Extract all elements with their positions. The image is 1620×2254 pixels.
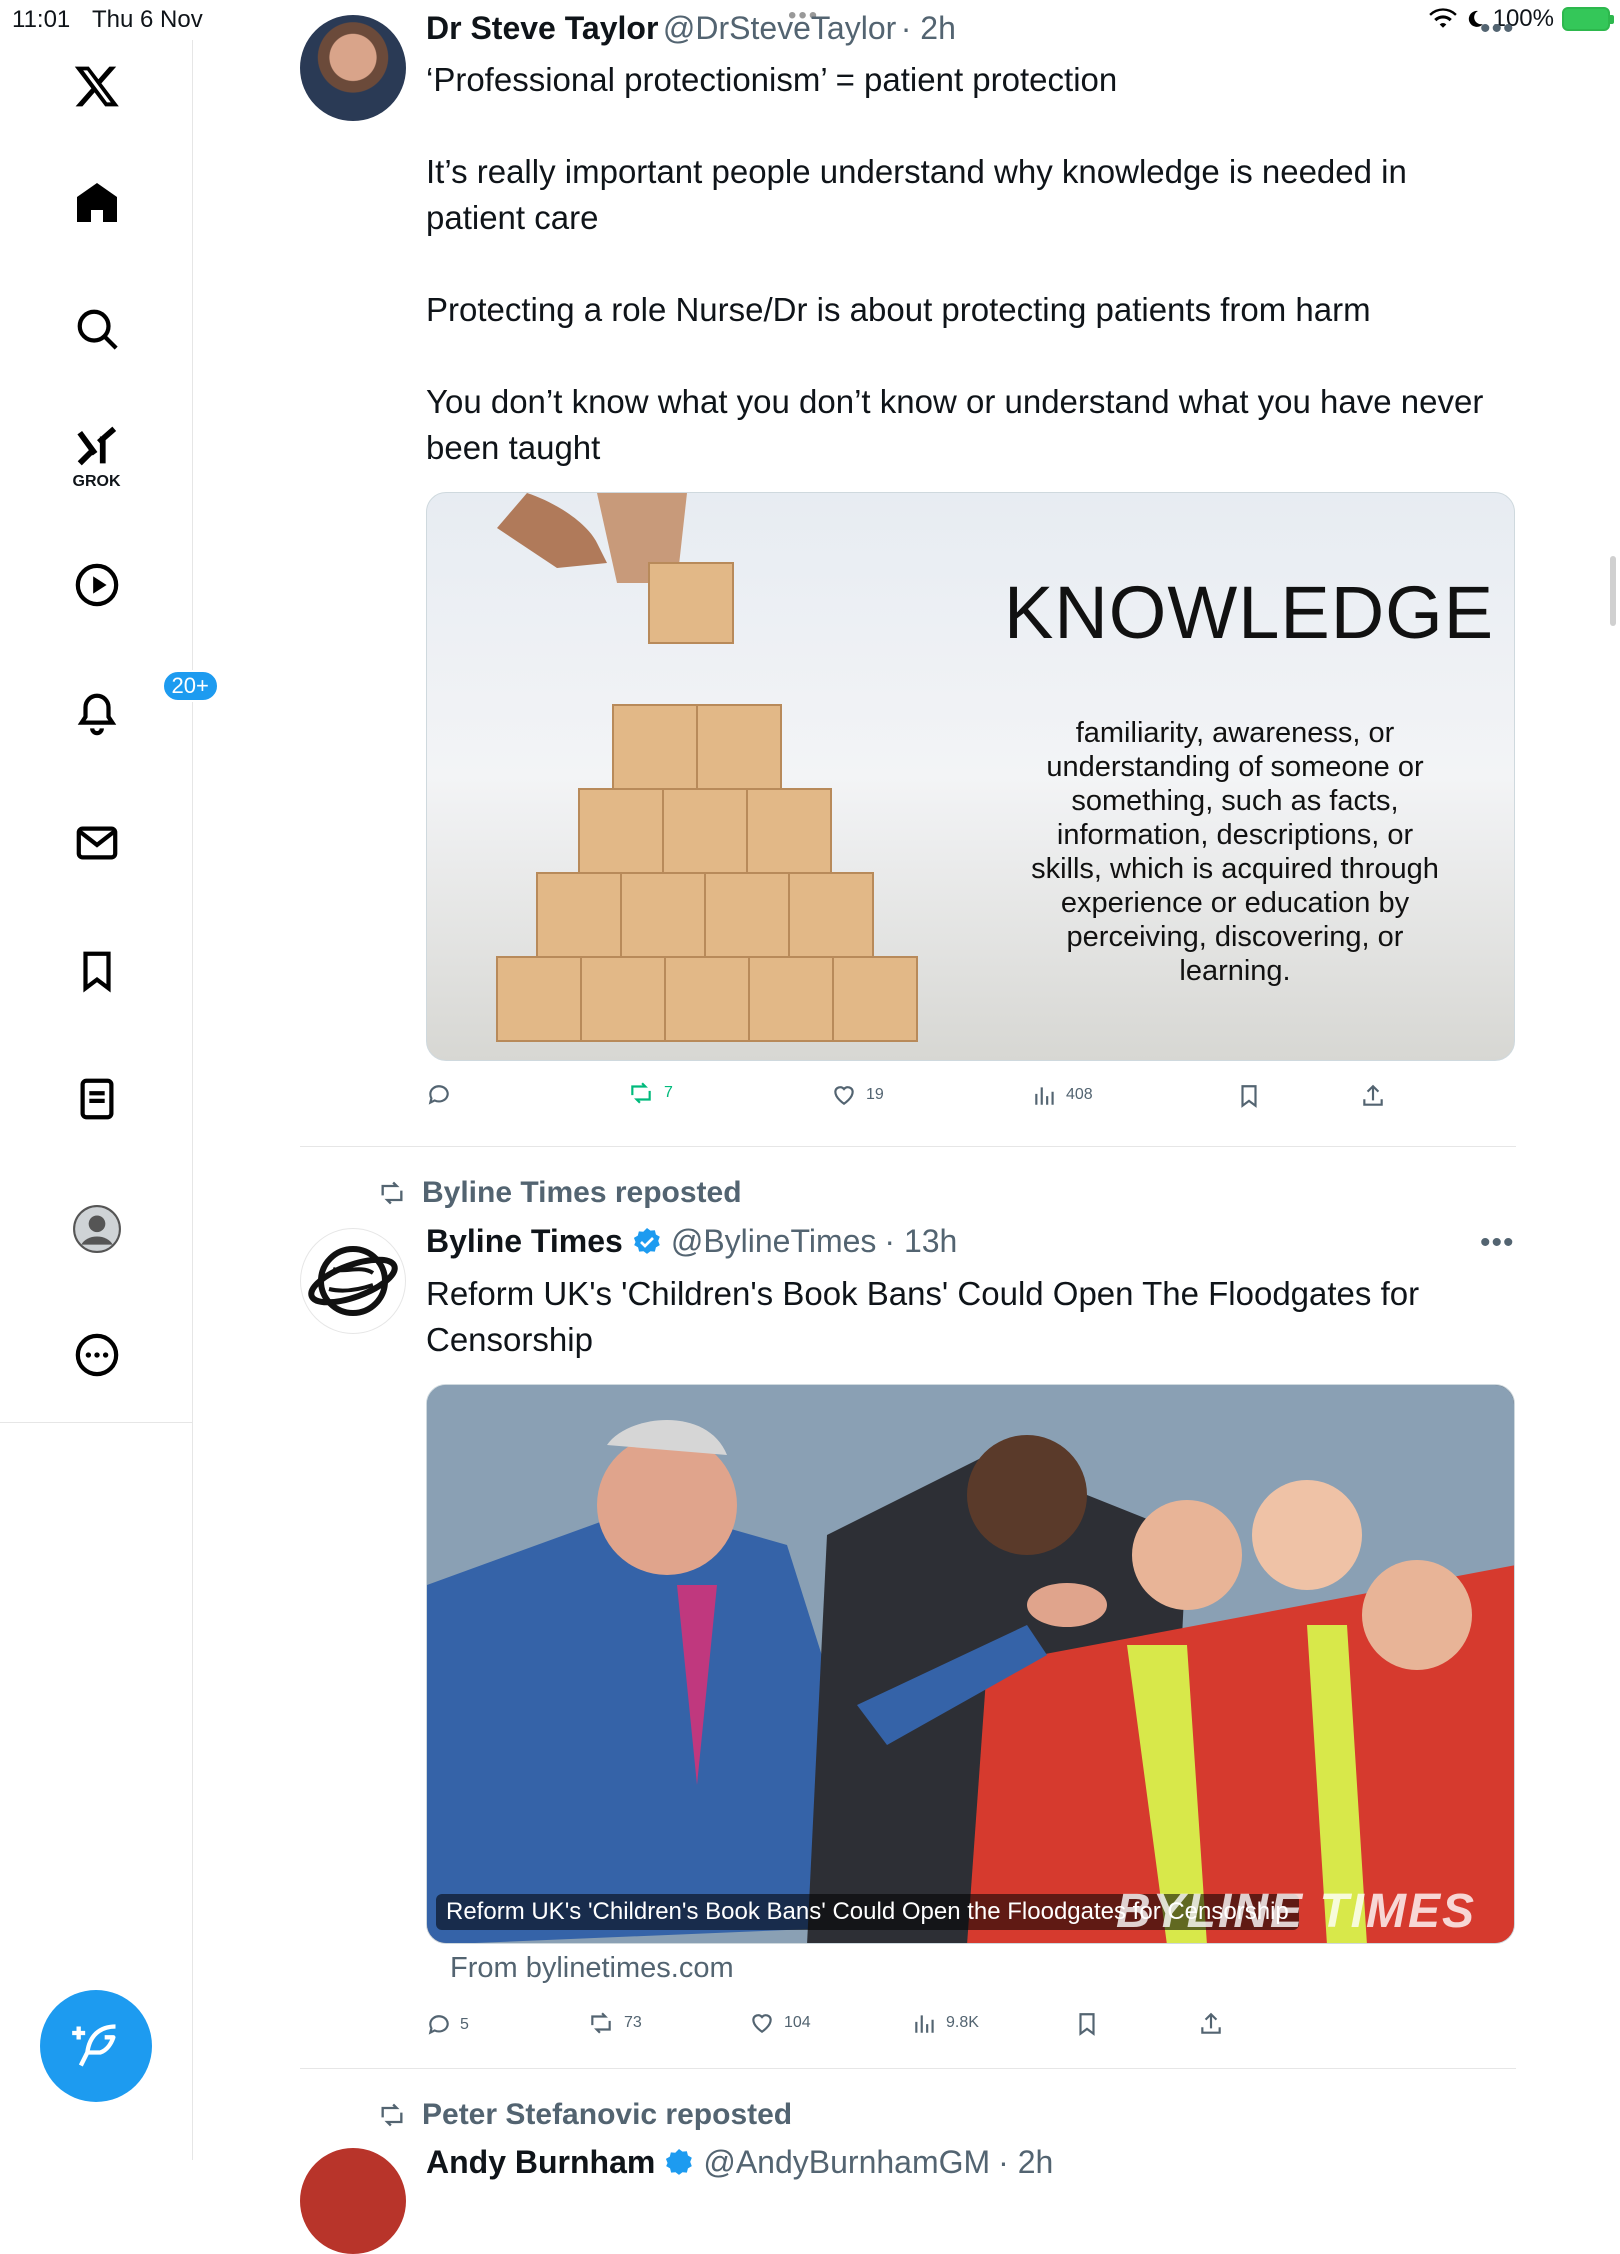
like-count: 19 — [866, 1086, 884, 1103]
author-handle[interactable]: @AndyBurnhamGM — [703, 2144, 990, 2181]
byline-globe-logo-icon — [308, 1246, 398, 1316]
like-count: 104 — [784, 2014, 811, 2031]
repost-count: 73 — [624, 2014, 642, 2031]
repost-icon — [381, 2103, 403, 2127]
repost-icon — [381, 1181, 403, 1205]
repost-indicator[interactable]: Peter Stefanovic reposted — [376, 2098, 792, 2132]
profile-avatar-icon[interactable] — [0, 1204, 193, 1254]
tweet-2-link-card-image[interactable] — [426, 1384, 1515, 1944]
reply-icon — [428, 2015, 449, 2035]
views-chart-icon — [1035, 1087, 1054, 1105]
feather-plus-icon — [72, 2024, 116, 2067]
tweet-divider — [300, 1146, 1516, 1147]
repost-indicator[interactable]: Byline Times reposted — [376, 1176, 742, 1210]
knowledge-title: KNOWLEDGE — [1004, 571, 1495, 654]
repost-label: Byline Times reposted — [422, 1176, 742, 1209]
author-name[interactable]: Byline Times — [426, 1223, 623, 1260]
reply-count: 5 — [460, 2016, 469, 2033]
post-time[interactable]: · 2h — [901, 10, 956, 46]
compose-post-button[interactable] — [40, 1990, 152, 2102]
battery-icon — [1562, 7, 1614, 31]
author-name[interactable]: Andy Burnham — [426, 2144, 655, 2181]
wifi-icon — [1428, 8, 1457, 28]
post-time[interactable]: · 13h — [884, 1223, 957, 1260]
grok-label: GROK — [72, 473, 121, 490]
share-upload-icon — [1363, 1084, 1383, 1106]
verified-badge-icon — [666, 2148, 693, 2175]
video-play-icon[interactable] — [0, 562, 193, 608]
author-handle[interactable]: @DrSteveTaylor — [663, 10, 896, 46]
views-button[interactable]: 9.8K — [912, 2010, 979, 2036]
reply-button[interactable] — [426, 1082, 460, 1108]
x-logo-icon[interactable] — [0, 62, 193, 110]
grok-icon[interactable]: GROK — [0, 425, 193, 491]
like-button[interactable]: 104 — [748, 2010, 811, 2036]
author-handle[interactable]: @BylineTimes — [671, 1223, 877, 1260]
scrollbar[interactable] — [1610, 556, 1616, 626]
views-button[interactable]: 408 — [1032, 1082, 1093, 1108]
share-button[interactable] — [1360, 1082, 1386, 1110]
views-count: 408 — [1066, 1086, 1093, 1103]
tweet-1-more-icon[interactable]: ••• — [1480, 12, 1515, 46]
wooden-blocks-pyramid-image — [496, 493, 918, 1042]
status-time: 11:01 — [12, 6, 71, 33]
heart-icon — [752, 2014, 772, 2033]
bookmarks-icon[interactable] — [0, 948, 193, 994]
heart-icon — [834, 1086, 854, 1105]
sidebar-border — [192, 1422, 193, 2160]
lists-icon[interactable] — [0, 1076, 193, 1122]
sidebar-divider — [0, 1422, 193, 1423]
home-icon[interactable] — [0, 178, 193, 226]
author-name[interactable]: Dr Steve Taylor — [426, 10, 658, 46]
search-icon[interactable] — [0, 306, 193, 352]
news-photo-image — [427, 1385, 1514, 1943]
status-date: Thu 6 Nov — [92, 6, 203, 33]
avatar-byline-times[interactable] — [300, 1228, 406, 1334]
tweet-1-header: Dr Steve Taylor @DrSteveTaylor · 2h — [426, 10, 956, 47]
tweet-2-text: Reform UK's 'Children's Book Bans' Could… — [426, 1275, 1429, 1358]
link-source[interactable]: From bylinetimes.com — [450, 1952, 734, 1985]
repost-button[interactable]: 73 — [586, 2010, 642, 2036]
avatar-andy-burnham[interactable] — [300, 2148, 406, 2254]
views-count: 9.8K — [946, 2014, 979, 2031]
knowledge-definition: familiarity, awareness, or understanding… — [1031, 717, 1439, 987]
bookmark-icon — [1241, 1085, 1257, 1108]
repost-label: Peter Stefanovic reposted — [422, 2098, 793, 2131]
post-time[interactable]: · 2h — [998, 2144, 1053, 2181]
repost-icon — [591, 2012, 611, 2034]
tweet-2-header: Byline Times @BylineTimes · 13h — [426, 1223, 957, 1260]
repost-icon — [631, 1082, 651, 1104]
share-button[interactable] — [1198, 2010, 1224, 2038]
tweet-divider — [300, 2068, 1516, 2069]
notifications-badge: 20+ — [161, 670, 219, 702]
bookmark-button[interactable] — [1074, 2010, 1100, 2038]
views-chart-icon — [915, 2015, 934, 2033]
repost-button[interactable]: 7 — [626, 1080, 673, 1106]
tweet-1-text: ‘Professional protectionism’ = patient p… — [426, 61, 1484, 466]
bookmark-icon — [1079, 2013, 1095, 2036]
tweet-3-header: Andy Burnham @AndyBurnhamGM · 2h — [426, 2144, 1053, 2181]
notifications-bell-icon[interactable]: 20+ — [0, 670, 219, 736]
bookmark-button[interactable] — [1236, 1082, 1262, 1110]
byline-watermark: BYLINE TIMES — [1116, 1885, 1477, 1938]
more-options-icon[interactable] — [0, 1332, 193, 1378]
like-button[interactable]: 19 — [830, 1082, 884, 1108]
status-indicators: 100% — [1428, 5, 1614, 33]
repost-count: 7 — [664, 1084, 673, 1101]
messages-mail-icon[interactable] — [0, 820, 193, 866]
reply-icon — [428, 1085, 449, 1105]
tweet-2-more-icon[interactable]: ••• — [1480, 1226, 1515, 1260]
reply-button[interactable]: 5 — [426, 2012, 469, 2038]
avatar-dr-steve-taylor[interactable] — [300, 15, 406, 121]
share-upload-icon — [1201, 2012, 1221, 2034]
verified-badge-icon — [633, 1227, 660, 1254]
